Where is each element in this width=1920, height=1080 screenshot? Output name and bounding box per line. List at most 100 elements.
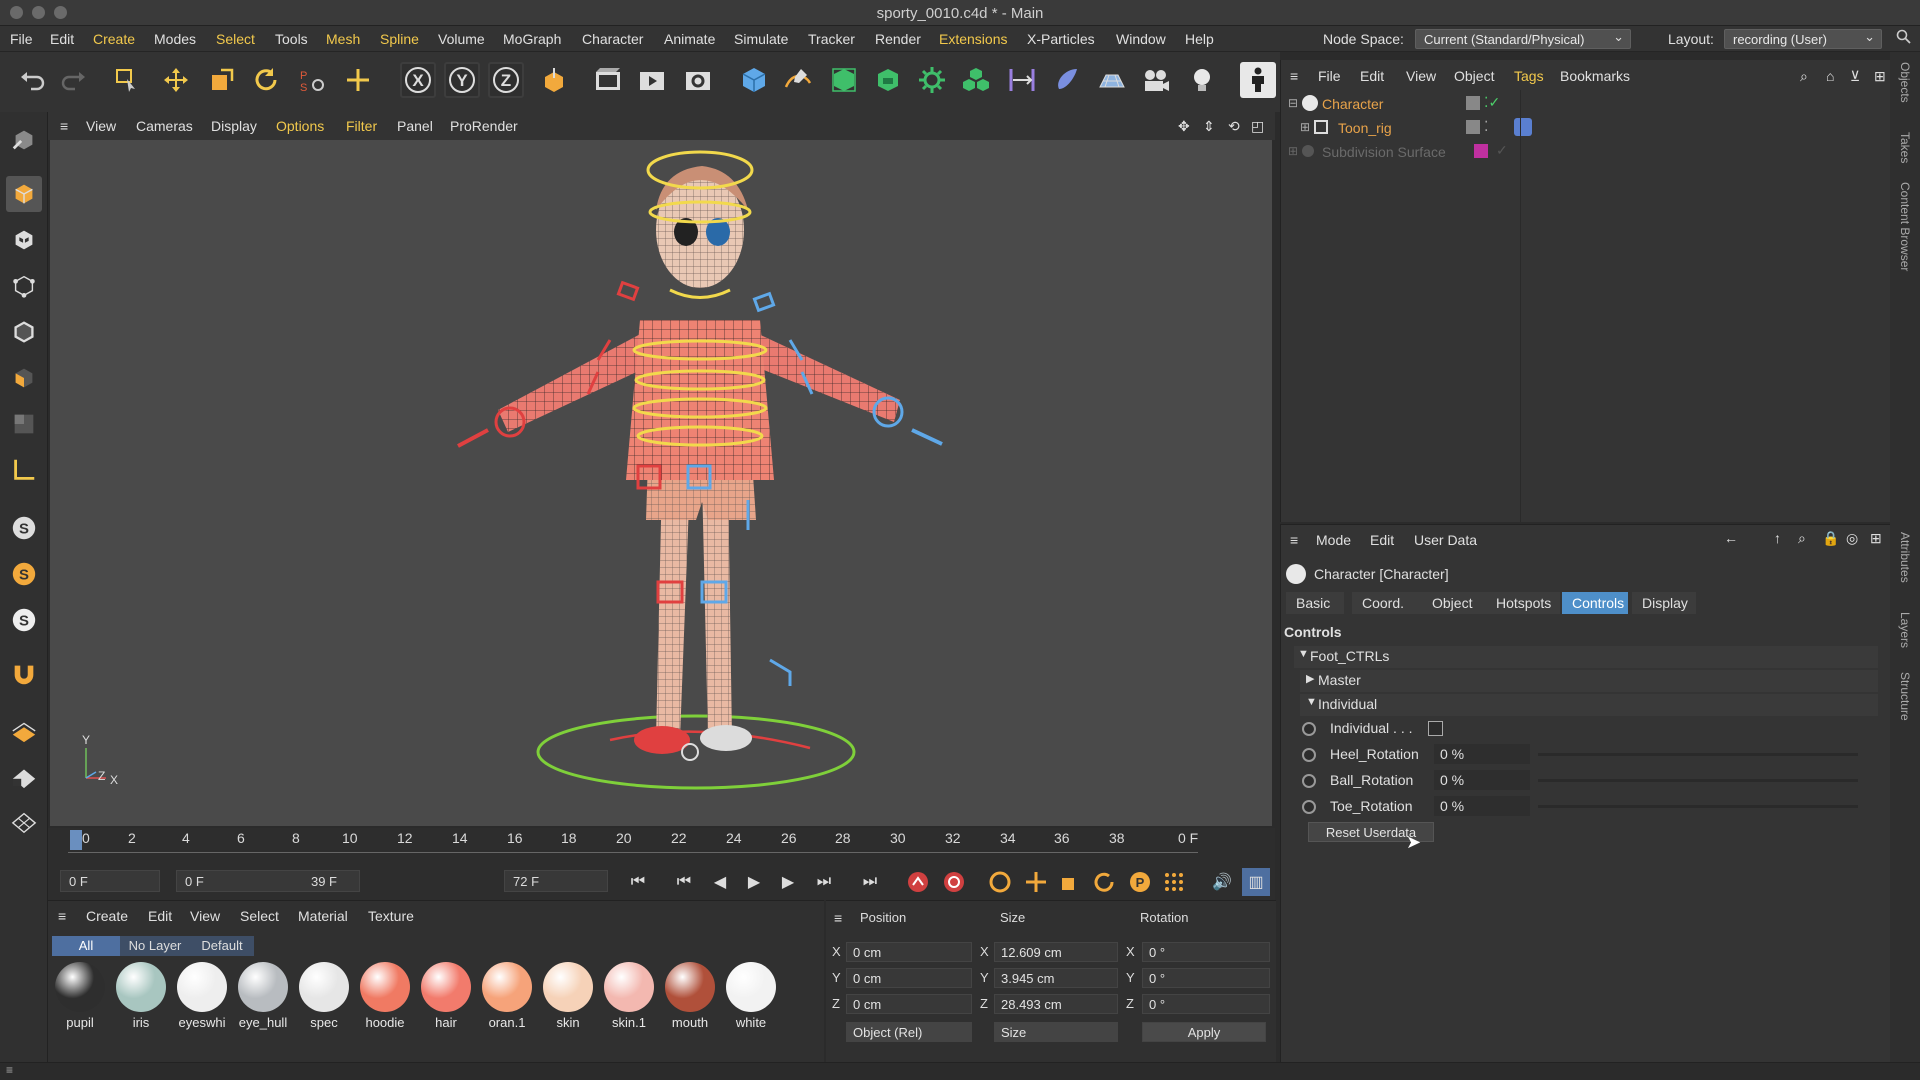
position-x-field[interactable]: 0 cm bbox=[846, 942, 972, 962]
material-swatch[interactable]: white bbox=[723, 962, 779, 1030]
material-menu-material[interactable]: Material bbox=[298, 908, 348, 924]
light-icon[interactable] bbox=[1184, 62, 1220, 98]
deformer-icon[interactable] bbox=[1004, 62, 1040, 98]
object-menu-bookmarks[interactable]: Bookmarks bbox=[1560, 68, 1630, 84]
floor-environment-icon[interactable] bbox=[1094, 62, 1130, 98]
visibility-dots-icon[interactable]: ⁚ bbox=[1484, 118, 1488, 135]
undo-icon[interactable] bbox=[14, 62, 50, 98]
redo-icon[interactable] bbox=[56, 62, 92, 98]
material-menu-edit[interactable]: Edit bbox=[148, 908, 172, 924]
rotation-x-field[interactable]: 0 ° bbox=[1142, 942, 1270, 962]
camera-icon[interactable] bbox=[1138, 62, 1174, 98]
menu-spline[interactable]: Spline bbox=[380, 31, 419, 47]
size-x-field[interactable]: 12.609 cm bbox=[994, 942, 1118, 962]
apply-button[interactable]: Apply bbox=[1142, 1022, 1266, 1042]
layer-color-icon[interactable] bbox=[1474, 144, 1488, 158]
layers-side-tab[interactable]: Layers bbox=[1898, 612, 1912, 648]
object-filter-icon[interactable]: ⊻ bbox=[1850, 68, 1860, 85]
tab-coord[interactable]: Coord. bbox=[1352, 592, 1422, 614]
recent-tools-icon[interactable]: PS bbox=[294, 62, 330, 98]
position-y-field[interactable]: 0 cm bbox=[846, 968, 972, 988]
object-new-window-icon[interactable]: ⊞ bbox=[1874, 68, 1886, 85]
heel-rotation-slider[interactable] bbox=[1538, 753, 1858, 756]
rotate-tool-icon[interactable] bbox=[248, 62, 284, 98]
cube-object-icon[interactable] bbox=[736, 62, 772, 98]
object-menu-icon[interactable]: ≡ bbox=[1290, 68, 1298, 84]
field-icon[interactable] bbox=[1048, 62, 1084, 98]
enabled-check-icon[interactable]: ✓ bbox=[1496, 142, 1508, 159]
attributes-settings-icon[interactable]: ◎ bbox=[1846, 530, 1858, 547]
edge-mode-icon[interactable] bbox=[6, 314, 42, 350]
sound-icon[interactable]: 🔊 bbox=[1208, 868, 1236, 896]
y-axis-lock-button[interactable]: Y bbox=[444, 62, 480, 98]
point-mode-icon[interactable] bbox=[6, 268, 42, 304]
keyframe-radio[interactable] bbox=[1302, 748, 1316, 762]
render-to-picture-viewer-icon[interactable] bbox=[634, 62, 670, 98]
search-icon[interactable] bbox=[1896, 29, 1912, 48]
position-key-icon[interactable] bbox=[1022, 868, 1050, 896]
menu-simulate[interactable]: Simulate bbox=[734, 31, 788, 47]
viewport-menu-filter[interactable]: Filter bbox=[346, 118, 377, 134]
material-swatch[interactable]: skin.1 bbox=[601, 962, 657, 1030]
point-level-animation-icon[interactable] bbox=[1160, 868, 1188, 896]
rotation-y-field[interactable]: 0 ° bbox=[1142, 968, 1270, 988]
material-menu-icon[interactable]: ≡ bbox=[58, 908, 66, 924]
attributes-menu-icon[interactable]: ≡ bbox=[1290, 532, 1298, 548]
previous-key-icon[interactable]: ⏮ bbox=[670, 868, 698, 896]
texture-mode-icon[interactable] bbox=[6, 222, 42, 258]
move-tool-icon[interactable] bbox=[158, 62, 194, 98]
position-z-field[interactable]: 0 cm bbox=[846, 994, 972, 1014]
tab-controls[interactable]: Controls bbox=[1562, 592, 1628, 614]
object-menu-tags[interactable]: Tags bbox=[1514, 68, 1544, 84]
material-swatch[interactable]: hair bbox=[418, 962, 474, 1030]
model-mode-icon[interactable] bbox=[6, 176, 42, 212]
menu-character[interactable]: Character bbox=[582, 31, 643, 47]
size-z-field[interactable]: 28.493 cm bbox=[994, 994, 1118, 1014]
object-row-subdivision-surface[interactable]: ⊞ Subdivision Surface ✓ bbox=[1286, 142, 1846, 164]
object-row-toon-rig[interactable]: ⊞ Toon_rig ⁚ bbox=[1286, 118, 1846, 140]
snap-settings-icon[interactable]: S bbox=[6, 556, 42, 592]
filter-no-layer-button[interactable]: No Layer bbox=[120, 936, 190, 956]
record-keys-icon[interactable] bbox=[904, 868, 932, 896]
object-menu-object[interactable]: Object bbox=[1454, 68, 1494, 84]
size-y-field[interactable]: 3.945 cm bbox=[994, 968, 1118, 988]
material-menu-select[interactable]: Select bbox=[240, 908, 279, 924]
coordinate-system-icon[interactable] bbox=[536, 62, 572, 98]
live-selection-icon[interactable] bbox=[108, 62, 144, 98]
menu-animate[interactable]: Animate bbox=[664, 31, 715, 47]
toe-rotation-field[interactable]: 0 % bbox=[1434, 796, 1530, 816]
object-search-icon[interactable]: ⌕ bbox=[1800, 68, 1808, 85]
quantize-icon[interactable]: S bbox=[6, 602, 42, 638]
menu-x-particles[interactable]: X-Particles bbox=[1027, 31, 1095, 47]
attributes-search-icon[interactable]: ⌕ bbox=[1798, 530, 1806, 547]
group-foot-ctrls[interactable]: ▼ Foot_CTRLs bbox=[1294, 646, 1878, 668]
viewport-menu-view[interactable]: View bbox=[86, 118, 116, 134]
uv-mode-icon[interactable] bbox=[6, 406, 42, 442]
attributes-new-window-icon[interactable]: ⊞ bbox=[1870, 530, 1882, 547]
size-mode-select[interactable]: Size bbox=[994, 1022, 1118, 1042]
viewport-dolly-icon[interactable]: ⇕ bbox=[1203, 118, 1215, 135]
toe-rotation-slider[interactable] bbox=[1538, 805, 1858, 808]
attributes-menu-mode[interactable]: Mode bbox=[1316, 532, 1351, 548]
filter-default-button[interactable]: Default bbox=[190, 936, 254, 956]
coord-menu-icon[interactable]: ≡ bbox=[834, 910, 842, 926]
coordinate-mode-select[interactable]: Object (Rel) bbox=[846, 1022, 972, 1042]
back-arrow-icon[interactable]: ← bbox=[1724, 530, 1738, 546]
ball-rotation-slider[interactable] bbox=[1538, 779, 1858, 782]
group-master[interactable]: ▶ Master bbox=[1300, 670, 1878, 692]
attributes-menu-user-data[interactable]: User Data bbox=[1414, 532, 1477, 548]
material-menu-view[interactable]: View bbox=[190, 908, 220, 924]
tab-display[interactable]: Display bbox=[1632, 592, 1696, 614]
tag-icon[interactable] bbox=[1514, 118, 1532, 136]
menu-select[interactable]: Select bbox=[216, 31, 255, 47]
material-swatch[interactable]: iris bbox=[113, 962, 169, 1030]
viewport-rotate-icon[interactable]: ⟲ bbox=[1228, 118, 1240, 135]
3d-viewport[interactable]: Y X Z bbox=[50, 140, 1272, 826]
extrude-icon[interactable] bbox=[870, 62, 906, 98]
render-settings-icon[interactable] bbox=[680, 62, 716, 98]
node-space-select[interactable]: Current (Standard/Physical) bbox=[1415, 29, 1631, 49]
object-row-character[interactable]: ⊟ Character ⁚✓ bbox=[1286, 94, 1846, 116]
material-menu-create[interactable]: Create bbox=[86, 908, 128, 924]
menu-window[interactable]: Window bbox=[1116, 31, 1166, 47]
layout-select[interactable]: recording (User) bbox=[1724, 29, 1882, 49]
